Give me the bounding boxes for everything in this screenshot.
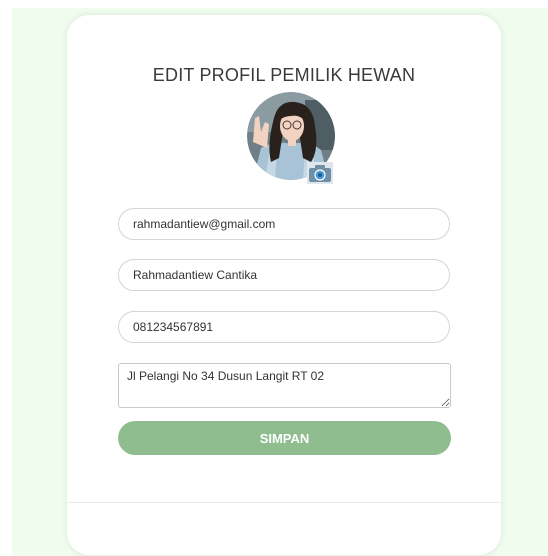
email-field[interactable] (118, 208, 450, 240)
card-divider (67, 502, 501, 503)
phone-field[interactable] (118, 311, 450, 343)
profile-card: EDIT PROFIL PEMILIK HEWAN rahmadantiew@g… (67, 15, 501, 555)
camera-icon[interactable] (307, 162, 333, 184)
page-title: EDIT PROFIL PEMILIK HEWAN (152, 65, 416, 85)
save-button[interactable]: SIMPAN (118, 421, 451, 455)
name-field[interactable] (118, 259, 450, 291)
address-field[interactable]: Jl Pelangi No 34 Dusun Langit RT 02 (118, 363, 451, 408)
avatar-container[interactable] (247, 92, 335, 184)
